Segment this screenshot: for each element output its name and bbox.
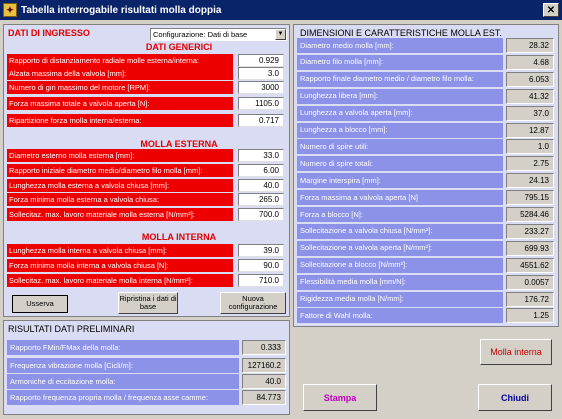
prelim-label: Rapporto FMin/FMax della molla: — [7, 340, 239, 355]
generic-title: DATI GENERICI — [145, 42, 213, 52]
dims-label: Lunghezza a valvola aperta [mm]: — [297, 105, 503, 121]
dims-value: 2.75 — [506, 156, 554, 172]
chevron-down-icon[interactable]: ▼ — [275, 29, 286, 40]
title-bar: ✦ Tabella interrogabile risultati molla … — [0, 0, 562, 20]
generic-label: Ripartizione forza molla interna/esterna… — [7, 114, 233, 127]
new-config-button[interactable]: Nuova configurazione — [220, 292, 286, 314]
prelim-panel: RISULTATI DATI PRELIMINARI Rapporto FMin… — [3, 320, 290, 415]
dims-value: 233.27 — [506, 223, 554, 239]
close-window-button[interactable]: ✕ — [543, 3, 559, 17]
dims-label: Numero di spire utili: — [297, 139, 503, 155]
generic-value-field[interactable]: 3000 — [238, 81, 284, 94]
prelim-title: RISULTATI DATI PRELIMINARI — [8, 324, 135, 334]
config-select[interactable]: Configurazione: Dati di base ▼ — [150, 28, 287, 41]
dims-value: 1.25 — [506, 308, 554, 324]
prelim-label: Armoniche di eccitazione molla: — [7, 374, 239, 389]
dims-value: 5284.46 — [506, 207, 554, 222]
dims-label: Flessibilità media molla [mm/N]: — [297, 274, 503, 290]
prelim-value: 127160.2 — [242, 358, 286, 373]
dims-value: 41.32 — [506, 88, 554, 104]
dims-value: 4551.62 — [506, 257, 554, 273]
use-button[interactable]: Usserva — [12, 295, 68, 313]
prelim-label: Frequenza vibrazione molla [Cicli/m]: — [7, 358, 239, 373]
outer-label: Forza minima molla esterna a valvola chi… — [7, 193, 233, 206]
inner-value-field[interactable]: 710.0 — [238, 274, 284, 287]
dims-value: 4.68 — [506, 54, 554, 70]
dims-label: Numero di spire totali: — [297, 156, 503, 172]
outer-label: Rapporto iniziale diametro medio/diametr… — [7, 164, 233, 177]
dims-title: DIMENSIONI E CARATTERISTICHE MOLLA EST. — [300, 28, 502, 38]
dims-label: Diametro medio molla [mm]: — [297, 38, 503, 53]
generic-label: Forza massima totale a valvola aperta [N… — [7, 97, 233, 110]
dims-label: Rigidezza media molla [N/mm]: — [297, 291, 503, 307]
input-panel: DATI DI INGRESSO Configurazione: Dati di… — [3, 24, 290, 317]
dims-label: Rapporto finale diametro medio / diametr… — [297, 71, 503, 87]
prelim-label: Rapporto frequenza propria molla / frequ… — [7, 390, 239, 405]
dims-label: Lunghezza a blocco [mm]: — [297, 122, 503, 138]
generic-value-field[interactable]: 3.0 — [238, 67, 284, 80]
dims-value: 24.13 — [506, 173, 554, 189]
print-button[interactable]: Stampa — [303, 384, 377, 411]
dims-value: 6.053 — [506, 71, 554, 87]
dims-label: Sollecitazione a blocco [N/mm²]: — [297, 257, 503, 273]
inner-label: Lunghezza molla interna a valvola chiusa… — [7, 244, 233, 257]
dims-value: 37.0 — [506, 105, 554, 121]
dims-value: 176.72 — [506, 291, 554, 307]
window-title: Tabella interrogabile risultati molla do… — [21, 4, 222, 16]
dims-value: 12.87 — [506, 122, 554, 138]
dims-value: 28.32 — [506, 38, 554, 53]
dims-value: 1.0 — [506, 139, 554, 155]
dims-panel: DIMENSIONI E CARATTERISTICHE MOLLA EST. … — [293, 24, 559, 327]
outer-label: Sollecitaz. max. lavoro materiale molla … — [7, 208, 233, 221]
inner-value-field[interactable]: 39.0 — [238, 244, 284, 257]
outer-value-field[interactable]: 700.0 — [238, 208, 284, 221]
dims-value: 699.93 — [506, 240, 554, 256]
dims-label: Lunghezza libera [mm]: — [297, 88, 503, 104]
inner-value-field[interactable]: 90.0 — [238, 259, 284, 272]
dims-label: Fattore di Wahl molla: — [297, 308, 503, 324]
prelim-value: 84.773 — [242, 390, 286, 405]
generic-value-field[interactable]: 1105.0 — [238, 97, 284, 110]
generic-value-field[interactable]: 0.929 — [238, 54, 284, 67]
generic-label: Alzata massima della valvola [mm]: — [7, 67, 233, 80]
dims-value: 0.0057 — [506, 274, 554, 290]
outer-value-field[interactable]: 40.0 — [238, 179, 284, 192]
outer-value-field[interactable]: 33.0 — [238, 149, 284, 162]
dims-label: Sollecitazione a valvola chiusa [N/mm²]: — [297, 223, 503, 239]
input-heading: DATI DI INGRESSO — [8, 28, 90, 38]
outer-value-field[interactable]: 6.00 — [238, 164, 284, 177]
dims-label: Forza massima a valvola aperta [N] — [297, 190, 503, 206]
outer-label: Diametro esterno molla esterna [mm]: — [7, 149, 233, 162]
generic-value-field[interactable]: 0.717 — [238, 114, 284, 127]
inner-label: Forza minima molla interna a valvola chi… — [7, 259, 233, 272]
dims-label: Sollecitazione a valvola aperta [N/mm²]: — [297, 240, 503, 256]
app-icon: ✦ — [3, 3, 17, 17]
close-button[interactable]: Chiudi — [478, 384, 552, 411]
generic-label: Numero di giri massimo del motore [RPM]: — [7, 81, 233, 94]
prelim-value: 0.333 — [242, 340, 286, 355]
inner-spring-button[interactable]: Molla interna — [480, 339, 552, 365]
outer-value-field[interactable]: 265.0 — [238, 193, 284, 206]
prelim-value: 40.0 — [242, 374, 286, 389]
inner-title: MOLLA INTERNA — [141, 232, 217, 242]
dims-label: Diametro filo molla [mm]: — [297, 54, 503, 70]
dims-value: 795.15 — [506, 190, 554, 206]
dims-label: Margine interspira [mm]: — [297, 173, 503, 189]
restore-button[interactable]: Ripristina i dati di base — [118, 292, 178, 314]
dims-label: Forza a blocco [N]: — [297, 207, 503, 222]
outer-label: Lunghezza molla esterna a valvola chiusa… — [7, 179, 233, 192]
inner-label: Sollecitaz. max. lavoro materiale molla … — [7, 274, 233, 287]
outer-title: MOLLA ESTERNA — [140, 139, 218, 149]
generic-label: Rapporto di distanziamento radiale molle… — [7, 54, 233, 67]
config-select-value: Configurazione: Dati di base — [153, 30, 248, 39]
